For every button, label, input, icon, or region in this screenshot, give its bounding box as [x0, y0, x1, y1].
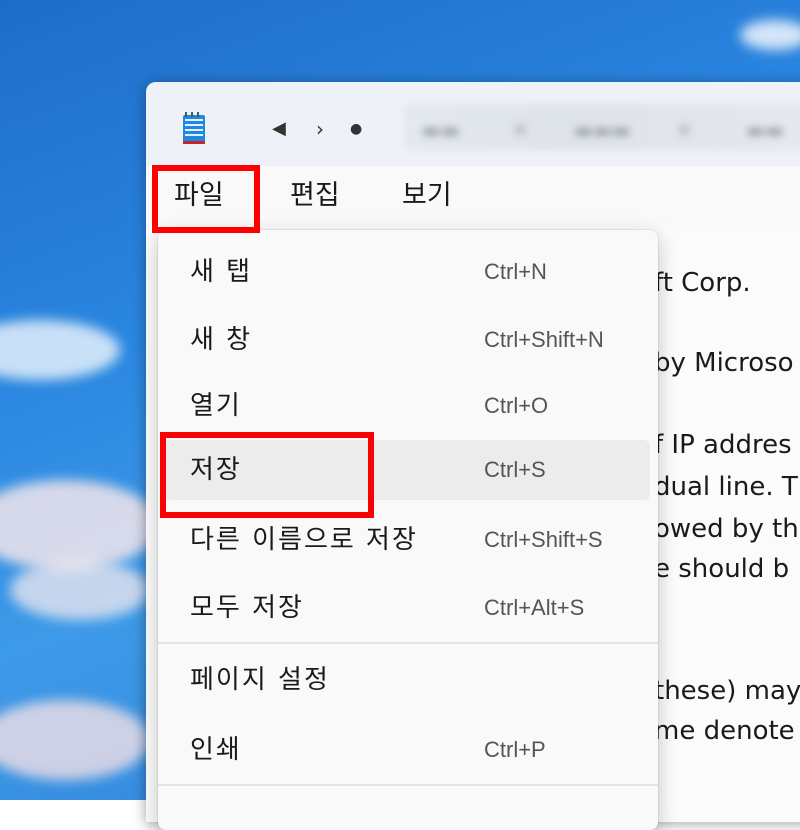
menu-item-new-tab[interactable]: 새 탭 Ctrl+N: [164, 242, 650, 302]
menu-item-label: 인쇄: [190, 735, 242, 765]
document-line: e should b: [654, 554, 790, 584]
document-line: me denote: [654, 716, 795, 746]
menu-item-label: 다른 이름으로 저장: [190, 525, 418, 555]
menu-item-page-setup[interactable]: 페이지 설정: [164, 650, 650, 710]
blurred-tab-close: ✕: [676, 118, 693, 142]
menu-item-label: 새 창: [190, 325, 253, 355]
menu-item-open[interactable]: 열기 Ctrl+O: [164, 376, 650, 436]
menu-item-shortcut: Ctrl+Shift+S: [484, 527, 603, 552]
tab-dot-icon: ●: [350, 121, 363, 137]
cloud: [0, 480, 160, 570]
menu-edit[interactable]: 편집: [276, 166, 354, 226]
back-arrow-icon[interactable]: ◀: [272, 120, 286, 138]
cloud: [0, 320, 120, 380]
cloud: [0, 700, 150, 780]
menu-item-label: 저장: [190, 455, 242, 485]
document-line: these) may: [654, 676, 800, 706]
cloud: [10, 560, 150, 620]
menu-item-shortcut: Ctrl+O: [484, 393, 549, 418]
cloud: [740, 20, 800, 50]
menu-item-shortcut: Ctrl+N: [484, 259, 547, 284]
document-line: by Microso: [654, 348, 794, 378]
menu-item-label: 모두 저장: [190, 593, 304, 623]
menu-separator: [158, 784, 658, 786]
menu-bar: 파일 편집 보기: [146, 166, 800, 226]
menu-item-label: 페이지 설정: [190, 665, 330, 695]
menu-item-shortcut: Ctrl+S: [484, 457, 546, 482]
menu-item-shortcut: Ctrl+Alt+S: [484, 595, 585, 620]
blurred-tab-title: ▬▬▬: [574, 118, 631, 142]
menu-item-print[interactable]: 인쇄 Ctrl+P: [164, 720, 650, 780]
document-line: owed by th: [654, 514, 799, 544]
menu-item-save[interactable]: 저장 Ctrl+S: [164, 440, 650, 500]
blurred-tab-close: ✕: [512, 118, 529, 142]
menu-item-new-window[interactable]: 새 창 Ctrl+Shift+N: [164, 310, 650, 370]
document-line: dual line. T: [654, 472, 798, 502]
menu-item-shortcut: Ctrl+Shift+N: [484, 327, 604, 352]
blurred-tab-title: ▬▬: [746, 118, 784, 142]
title-bar: ◀ › ● ▬▬ ✕ ▬▬▬ ✕ ▬▬: [146, 82, 800, 166]
menu-item-save-all[interactable]: 모두 저장 Ctrl+Alt+S: [164, 578, 650, 638]
menu-view[interactable]: 보기: [388, 166, 466, 226]
menu-item-shortcut: Ctrl+P: [484, 737, 546, 762]
menu-item-label: 열기: [190, 391, 242, 421]
menu-file[interactable]: 파일: [160, 166, 238, 226]
document-line: f IP addres: [654, 430, 792, 460]
file-menu-dropdown: 새 탭 Ctrl+N 새 창 Ctrl+Shift+N 열기 Ctrl+O 저장…: [158, 230, 658, 830]
document-line: ft Corp.: [654, 268, 751, 298]
blurred-tab-title: ▬▬: [422, 118, 460, 142]
menu-item-label: 새 탭: [190, 257, 253, 287]
forward-icon[interactable]: ›: [316, 119, 324, 139]
menu-item-save-as[interactable]: 다른 이름으로 저장 Ctrl+Shift+S: [164, 510, 650, 570]
notepad-icon: [183, 112, 205, 144]
menu-separator: [158, 642, 658, 644]
